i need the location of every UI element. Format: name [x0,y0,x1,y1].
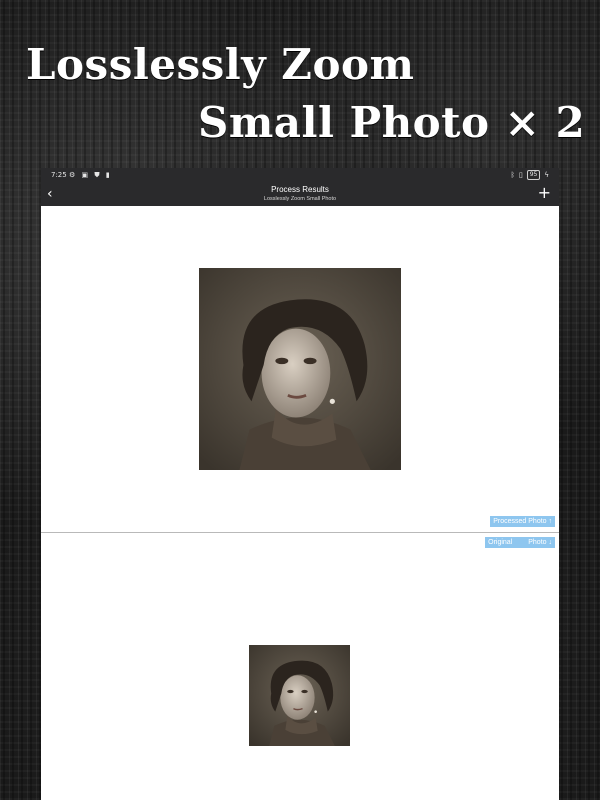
charging-icon: ϟ [544,171,549,179]
processed-photo-label-button[interactable]: Processed Photo ↑ [490,516,555,527]
battery-level: 95 [529,171,538,178]
status-bar: 7:25 ⚙ ▣ ⛊ ▮ ᛒ ▯ 95 ϟ [41,168,559,184]
navigation-bar: ‹ Process Results Losslessly Zoom Small … [41,184,559,206]
page-subtitle: Losslessly Zoom Small Photo [263,196,337,202]
original-photo-label: Photo ↓ [528,539,552,546]
shield-icon: ⛊ [94,171,102,179]
add-plus-icon[interactable]: + [538,184,551,202]
original-photo[interactable] [249,645,350,746]
status-time: 7:25 [51,171,67,179]
vibrate-icon: ▯ [518,171,523,179]
app-screen: 7:25 ⚙ ▣ ⛊ ▮ ᛒ ▯ 95 ϟ ‹ Process Results … [41,168,559,800]
status-left-icons: ⚙ ▣ ⛊ ▮ [69,171,112,180]
processed-photo-label: Processed Photo ↑ [493,518,552,525]
sd-card-icon: ▮ [105,171,112,179]
battery-icon: 95 [526,170,541,180]
settings-icon: ⚙ [69,171,78,179]
headline-line-2: Small Photo × 2 [198,98,586,147]
comparison-divider [41,532,559,533]
bluetooth-icon: ᛒ [510,171,515,179]
status-right-icons: ᛒ ▯ 95 ϟ [511,170,549,180]
original-photo-label-button[interactable]: Original Photo ↓ [485,537,555,548]
processed-photo[interactable] [199,268,401,470]
original-word-label: Original [488,539,513,546]
app-icon: ▣ [81,171,91,179]
page-title: Process Results [271,185,329,194]
headline-line-1: Losslessly Zoom [26,40,415,89]
